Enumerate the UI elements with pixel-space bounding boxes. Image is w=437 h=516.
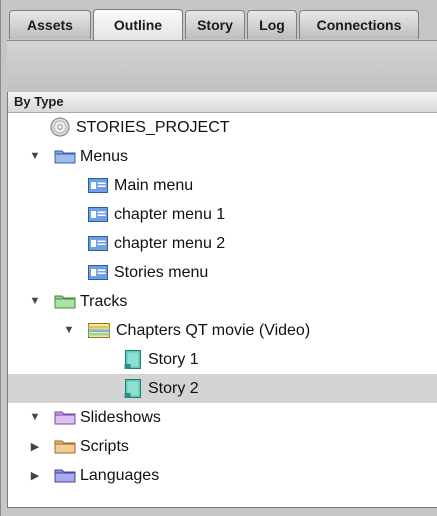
folder-green-icon bbox=[54, 294, 76, 309]
tab-connections[interactable]: Connections bbox=[299, 10, 419, 39]
menu-icon bbox=[88, 236, 108, 251]
disclosure-expanded-icon[interactable]: ▼ bbox=[28, 294, 42, 308]
tree-row-story[interactable]: Story 1 bbox=[8, 345, 437, 374]
tree-label-story: Story 2 bbox=[148, 379, 199, 397]
tab-story[interactable]: Story bbox=[185, 10, 245, 39]
story-icon bbox=[124, 350, 142, 370]
tree-label-scripts: Scripts bbox=[80, 437, 129, 455]
tree-row-menus[interactable]: ▼ Menus bbox=[8, 142, 437, 171]
tab-bar: Assets Outline Story Log Connections bbox=[9, 9, 419, 40]
tree-label-story: Story 1 bbox=[148, 350, 199, 368]
outline-panel: By Type STORIES_PROJECT ▼ Menus Main men… bbox=[7, 92, 437, 508]
disclosure-collapsed-icon[interactable]: ▶ bbox=[28, 439, 42, 453]
tree-label-menu-item: Main menu bbox=[114, 176, 194, 194]
tab-assets[interactable]: Assets bbox=[9, 10, 91, 39]
outline-window: Assets Outline Story Log Connections By … bbox=[0, 0, 437, 516]
tree-label-menu-item: chapter menu 1 bbox=[114, 205, 226, 223]
tree-label-menu-item: Stories menu bbox=[114, 263, 209, 281]
tree-label-tracks: Tracks bbox=[80, 292, 128, 310]
tree-label-track: Chapters QT movie (Video) bbox=[116, 321, 311, 339]
disclosure-expanded-icon[interactable]: ▼ bbox=[28, 149, 42, 163]
tree-row-menu-item[interactable]: chapter menu 1 bbox=[8, 200, 437, 229]
menu-icon bbox=[88, 207, 108, 222]
tree-label-project: STORIES_PROJECT bbox=[76, 118, 230, 136]
folder-orange-icon bbox=[54, 439, 76, 454]
folder-purple-icon bbox=[54, 410, 76, 425]
section-header-by-type: By Type bbox=[8, 92, 437, 113]
tab-log[interactable]: Log bbox=[247, 10, 297, 39]
tree-row-menu-item[interactable]: Main menu bbox=[8, 171, 437, 200]
tree-label-slideshows: Slideshows bbox=[80, 408, 161, 426]
tree-row-tracks[interactable]: ▼ Tracks bbox=[8, 287, 437, 316]
disclosure-collapsed-icon[interactable]: ▶ bbox=[28, 468, 42, 482]
folder-violet-icon bbox=[54, 468, 76, 483]
tree-row-menu-item[interactable]: chapter menu 2 bbox=[8, 229, 437, 258]
tree-row-project[interactable]: STORIES_PROJECT bbox=[8, 113, 437, 142]
tree-label-menu-item: chapter menu 2 bbox=[114, 234, 226, 252]
menu-icon bbox=[88, 178, 108, 193]
outline-tree: STORIES_PROJECT ▼ Menus Main menu chapte… bbox=[8, 113, 437, 490]
tree-row-slideshows[interactable]: ▼ Slideshows bbox=[8, 403, 437, 432]
tree-label-languages: Languages bbox=[80, 466, 160, 484]
story-icon bbox=[124, 379, 142, 399]
folder-blue-icon bbox=[54, 149, 76, 164]
tree-label-menus: Menus bbox=[80, 147, 129, 165]
disclosure-expanded-icon[interactable]: ▼ bbox=[62, 323, 76, 337]
tree-row-menu-item[interactable]: Stories menu bbox=[8, 258, 437, 287]
tree-row-story-selected[interactable]: Story 2 bbox=[8, 374, 437, 403]
tree-row-track[interactable]: ▼ Chapters QT movie (Video) bbox=[8, 316, 437, 345]
toolbar-area bbox=[7, 40, 437, 94]
tab-outline[interactable]: Outline bbox=[93, 9, 183, 40]
dvd-disc-icon bbox=[50, 117, 70, 137]
tree-row-languages[interactable]: ▶ Languages bbox=[8, 461, 437, 490]
video-track-icon bbox=[88, 323, 110, 338]
tree-row-scripts[interactable]: ▶ Scripts bbox=[8, 432, 437, 461]
menu-icon bbox=[88, 265, 108, 280]
disclosure-expanded-icon[interactable]: ▼ bbox=[28, 410, 42, 424]
